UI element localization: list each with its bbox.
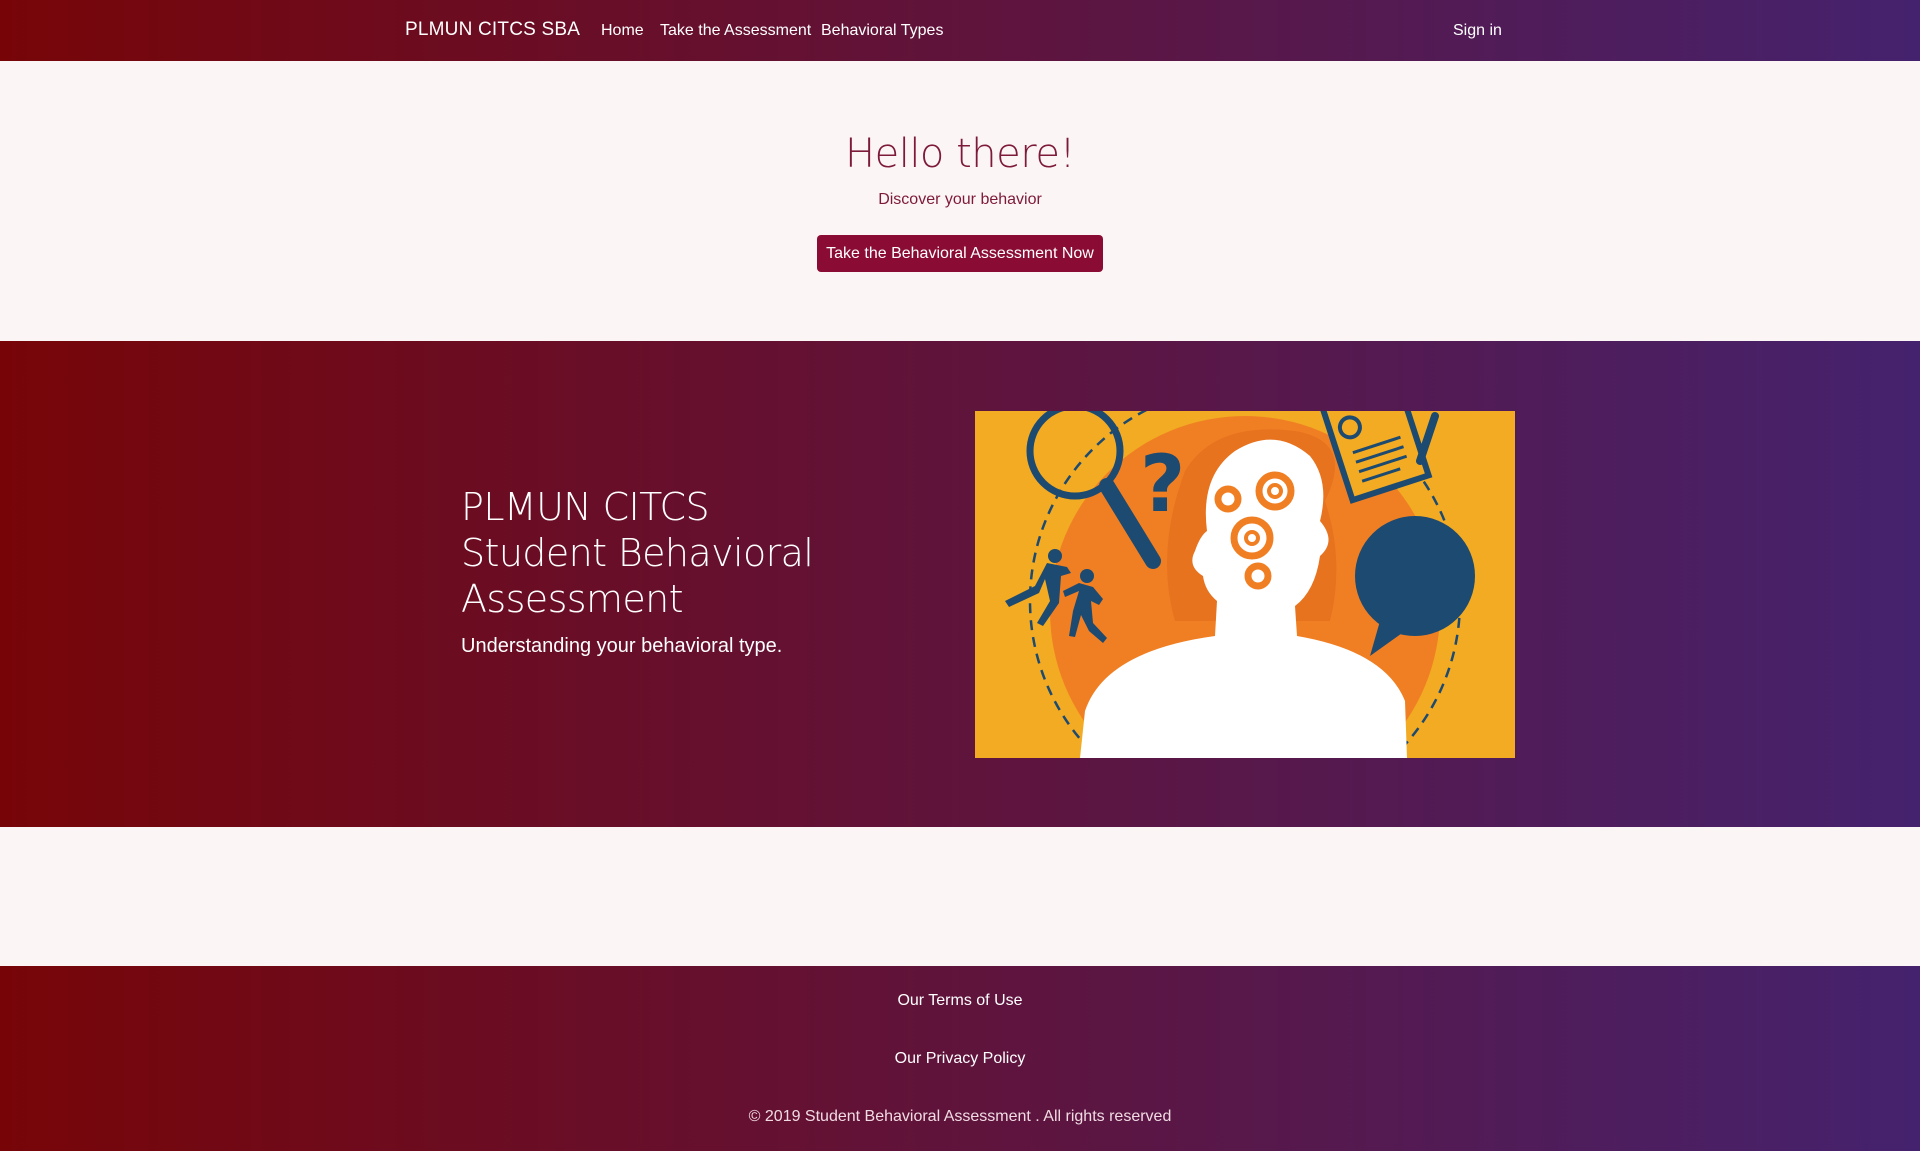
brand-link[interactable]: PLMUN CITCS SBA xyxy=(405,19,580,41)
hero-title: PLMUN CITCS Student Behavioral Assessmen… xyxy=(461,484,841,622)
sign-in-link[interactable]: Sign in xyxy=(1453,22,1502,40)
nav-behavioral-types-link[interactable]: Behavioral Types xyxy=(821,22,943,40)
terms-of-use-link[interactable]: Our Terms of Use xyxy=(0,992,1920,1010)
hero-subtitle: Understanding your behavioral type. xyxy=(461,635,783,657)
hero-title-line: Student Behavioral xyxy=(461,531,814,575)
page-footer: Our Terms of Use Our Privacy Policy © 20… xyxy=(0,966,1920,1151)
svg-text:?: ? xyxy=(1140,440,1185,530)
take-assessment-button[interactable]: Take the Behavioral Assessment Now xyxy=(817,235,1103,272)
privacy-policy-link[interactable]: Our Privacy Policy xyxy=(0,1050,1920,1068)
hero-title-line: Assessment xyxy=(461,577,684,621)
copyright-text: © 2019 Student Behavioral Assessment . A… xyxy=(748,1108,1172,1125)
hello-section: Hello there! Discover your behavior Take… xyxy=(0,61,1920,341)
content-spacer xyxy=(0,827,1920,966)
hero-title-line: PLMUN CITCS xyxy=(461,485,710,529)
nav-home-link[interactable]: Home xyxy=(601,22,644,40)
hello-title: Hello there! xyxy=(845,131,1075,177)
hello-subtitle: Discover your behavior xyxy=(878,191,1042,208)
top-navbar: PLMUN CITCS SBA Home Take the Assessment… xyxy=(0,0,1920,61)
nav-take-assessment-link[interactable]: Take the Assessment xyxy=(660,22,811,40)
behavior-illustration: ? xyxy=(975,411,1515,758)
hero-section: PLMUN CITCS Student Behavioral Assessmen… xyxy=(0,341,1920,827)
